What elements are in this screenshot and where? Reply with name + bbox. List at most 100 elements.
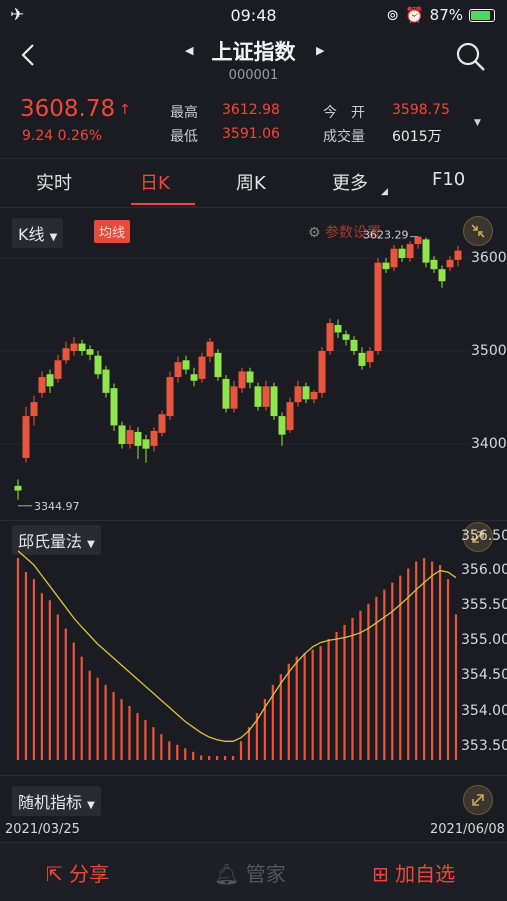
candle-body <box>254 386 262 407</box>
battery-percent: 87% <box>429 6 463 24</box>
candle-body <box>214 352 222 378</box>
candle-body <box>310 391 318 400</box>
candle-body <box>230 386 238 409</box>
y-tick-3600: 3600 <box>471 250 507 266</box>
low-label: 最低 <box>170 129 198 145</box>
share-button[interactable]: ⇱ 分享 <box>46 858 109 887</box>
current-price: 3608.78 <box>20 96 116 122</box>
candle-body <box>70 343 78 351</box>
end-date: 2021/06/08 <box>430 822 505 837</box>
candle-body <box>238 371 246 389</box>
tab-realtime[interactable]: 实时 <box>36 169 72 195</box>
up-arrow-icon: ↑ <box>119 102 131 118</box>
chevron-down-icon: ▼ <box>87 800 95 811</box>
candle-body <box>30 402 38 417</box>
candle-body <box>222 378 230 409</box>
candle-body <box>430 259 438 270</box>
candle-body <box>182 360 190 370</box>
period-tabs: 实时 日K 周K 更多 ◢ F10 <box>0 158 507 208</box>
qiu-tick-2: 355.50 <box>461 597 507 613</box>
manager-button[interactable]: 🔔︎ 管家 <box>214 858 286 887</box>
candle-body <box>326 323 334 351</box>
qiu-tick-6: 353.50 <box>461 738 507 754</box>
candle-body <box>174 362 182 378</box>
candle-body <box>150 430 158 446</box>
plus-box-icon: ⊞ <box>372 862 389 886</box>
y-tick-3400: 3400 <box>471 436 507 452</box>
candle-body <box>198 356 206 379</box>
candle-body <box>166 377 174 417</box>
battery-icon <box>469 8 495 22</box>
qiu-tick-0: 356.50 <box>461 528 507 544</box>
candle-body <box>294 386 302 403</box>
share-icon: ⇱ <box>46 862 63 886</box>
open-label: 今 开 <box>323 105 365 121</box>
next-stock-icon[interactable]: ▶ <box>316 44 324 57</box>
candle-body <box>422 239 430 263</box>
candle-body <box>246 371 254 383</box>
candle-body <box>262 386 270 407</box>
candle-body <box>302 386 310 400</box>
candle-body <box>390 248 398 268</box>
candle-body <box>406 244 414 258</box>
candle-body <box>454 250 462 260</box>
candle-body <box>22 416 30 458</box>
volume-value: 6015万 <box>392 129 442 145</box>
candle-body <box>318 351 326 393</box>
expand-random-button[interactable] <box>463 785 493 815</box>
page-title: 上证指数 <box>211 40 296 64</box>
candle-body <box>286 402 294 431</box>
volume-label: 成交量 <box>323 129 365 145</box>
tab-weekly-k[interactable]: 周K <box>236 169 266 195</box>
expand-icon <box>472 794 484 806</box>
prev-stock-icon[interactable]: ◀ <box>185 44 193 57</box>
candle-body <box>134 431 142 446</box>
candle-body <box>398 248 406 258</box>
add-watchlist-button[interactable]: ⊞ 加自选 <box>372 858 455 887</box>
candle-body <box>358 352 366 366</box>
candle-body <box>86 349 94 355</box>
lock-rotation-icon: ⊚ <box>386 6 399 24</box>
candle-body <box>190 374 198 381</box>
tab-daily-k[interactable]: 日K <box>140 169 170 195</box>
candle-body <box>342 334 350 340</box>
candle-body <box>270 386 278 417</box>
candle-body <box>350 339 358 351</box>
candle-body <box>38 377 46 393</box>
qiu-line <box>17 550 457 742</box>
qiu-chart <box>16 550 458 760</box>
candle-body <box>102 369 110 393</box>
candle-body <box>382 262 390 270</box>
candle-body <box>334 324 342 333</box>
active-tab-indicator <box>131 203 195 205</box>
candle-body <box>78 343 86 351</box>
candle-body <box>414 236 422 245</box>
status-bar: ✈ 09:48 ⊚ ⏰ 87% <box>0 0 507 30</box>
random-indicator-selector[interactable]: 随机指标 ▼ <box>12 786 101 816</box>
candle-body <box>46 374 54 387</box>
tab-more[interactable]: 更多 <box>332 169 368 195</box>
bell-icon: 🔔︎ <box>214 862 240 886</box>
quote-panel: 3608.78 ↑ 9.24 0.26% 最高 3612.98 最低 3591.… <box>0 92 507 152</box>
candle-body <box>126 430 134 444</box>
candle-body <box>62 348 70 361</box>
min-price-label: 3344.97 <box>34 500 80 513</box>
search-icon[interactable] <box>454 40 488 74</box>
qiu-tick-1: 356.00 <box>461 562 507 578</box>
candle-body <box>366 351 374 363</box>
more-dropdown-icon: ◢ <box>381 187 388 197</box>
candle-body <box>446 259 454 268</box>
tab-f10[interactable]: F10 <box>432 169 465 190</box>
y-tick-3500: 3500 <box>471 343 507 359</box>
bottom-action-bar: ⇱ 分享 🔔︎ 管家 ⊞ 加自选 <box>0 842 507 901</box>
candle-body <box>14 485 22 491</box>
candle-body <box>278 416 286 435</box>
open-value: 3598.75 <box>392 102 450 118</box>
candle-body <box>94 355 102 375</box>
candle-body <box>54 360 62 379</box>
high-label: 最高 <box>170 105 198 121</box>
qiu-tick-5: 354.00 <box>461 703 507 719</box>
low-value: 3591.06 <box>222 126 280 142</box>
candle-body <box>118 425 126 444</box>
expand-quote-icon[interactable]: ▼ <box>474 118 481 128</box>
